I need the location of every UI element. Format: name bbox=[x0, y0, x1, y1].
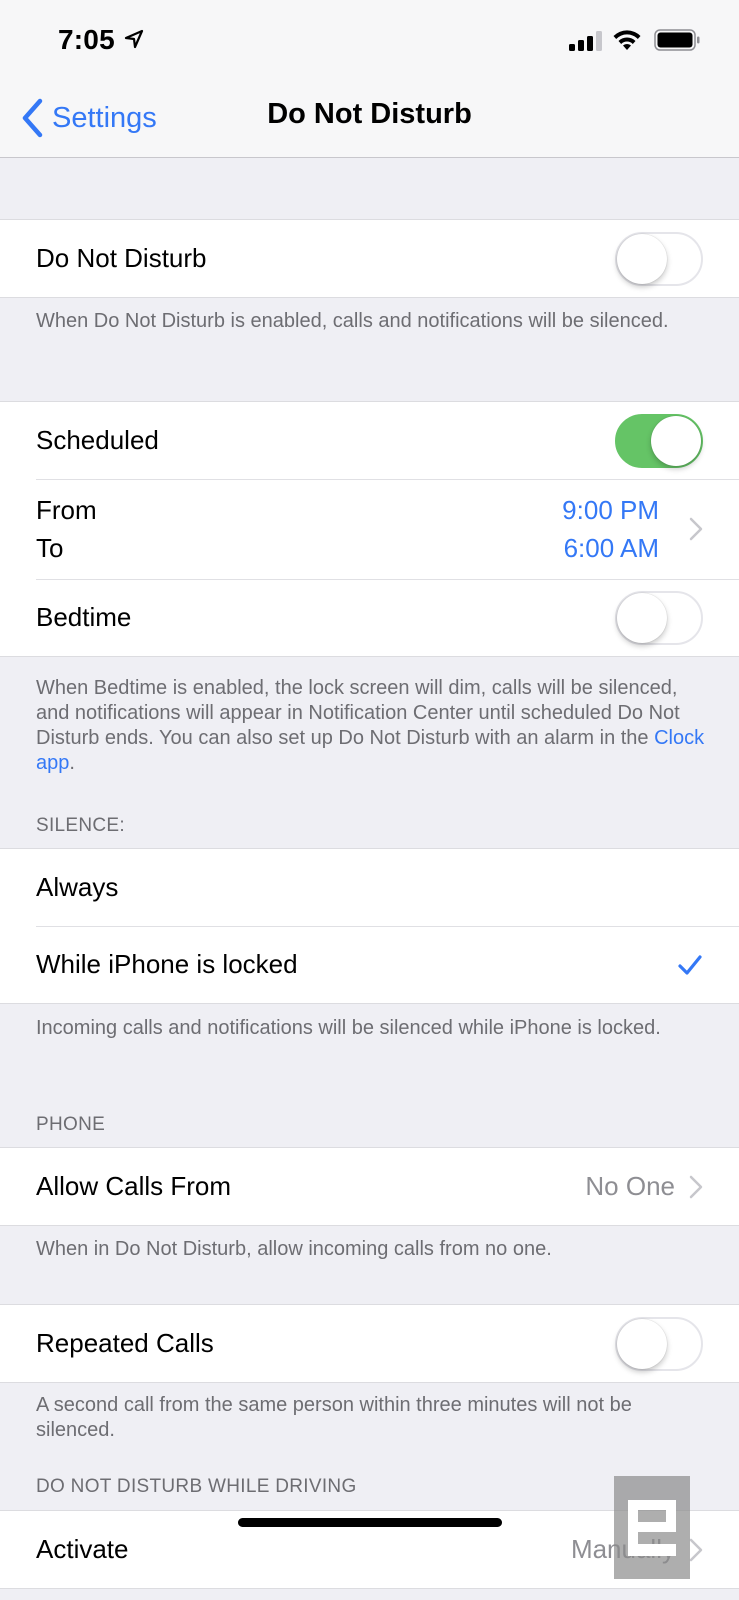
checkmark-icon bbox=[678, 954, 702, 975]
allow-calls-value: No One bbox=[585, 1171, 675, 1201]
wifi-icon bbox=[613, 30, 641, 50]
silence-header: SILENCE: bbox=[36, 815, 125, 836]
bedtime-row: Bedtime bbox=[0, 579, 739, 656]
from-label: From bbox=[36, 495, 97, 525]
bedtime-footer-end: . bbox=[69, 752, 75, 774]
logo-icon bbox=[628, 1500, 676, 1556]
chevron-right-icon bbox=[689, 517, 703, 541]
scheduled-toggle[interactable] bbox=[615, 413, 703, 468]
status-bar: 7:05 bbox=[0, 0, 739, 80]
scheduled-row: Scheduled bbox=[0, 402, 739, 479]
silence-footer: Incoming calls and notifications will be… bbox=[36, 1017, 661, 1039]
dnd-footer: When Do Not Disturb is enabled, calls an… bbox=[36, 310, 669, 332]
page-title: Do Not Disturb bbox=[267, 98, 472, 130]
silence-group: Always While iPhone is locked bbox=[0, 848, 739, 1004]
silence-option-label: While iPhone is locked bbox=[36, 949, 298, 979]
repeated-calls-footer: A second call from the same person withi… bbox=[36, 1394, 632, 1441]
watermark-logo bbox=[614, 1476, 690, 1579]
cellular-signal-icon bbox=[569, 31, 602, 51]
silence-option-always[interactable]: Always bbox=[0, 849, 739, 926]
dnd-toggle[interactable] bbox=[615, 231, 703, 286]
battery-icon bbox=[654, 29, 700, 51]
bedtime-footer: When Bedtime is enabled, the lock screen… bbox=[36, 676, 716, 776]
schedule-group: Scheduled From To 9:00 PM 6:00 AM Bedtim… bbox=[0, 401, 739, 657]
dnd-group: Do Not Disturb bbox=[0, 219, 739, 298]
bedtime-label: Bedtime bbox=[36, 602, 132, 632]
allow-calls-footer: When in Do Not Disturb, allow incoming c… bbox=[36, 1238, 552, 1260]
repeated-calls-row: Repeated Calls bbox=[0, 1305, 739, 1382]
bedtime-toggle[interactable] bbox=[615, 590, 703, 645]
toggle-knob bbox=[617, 592, 667, 643]
home-indicator[interactable] bbox=[238, 1518, 502, 1527]
status-time: 7:05 bbox=[58, 24, 115, 55]
location-arrow-icon bbox=[124, 29, 144, 49]
allow-calls-row[interactable]: Allow Calls From No One bbox=[0, 1148, 739, 1225]
from-to-labels: From To bbox=[36, 491, 562, 567]
chevron-right-icon bbox=[689, 1538, 703, 1561]
chevron-right-icon bbox=[689, 1175, 703, 1198]
silence-option-label: Always bbox=[36, 872, 119, 902]
to-value: 6:00 AM bbox=[563, 533, 659, 563]
allow-calls-group: Allow Calls From No One bbox=[0, 1147, 739, 1226]
navigation-bar: Settings Do Not Disturb bbox=[0, 80, 739, 158]
bedtime-footer-text: When Bedtime is enabled, the lock screen… bbox=[36, 677, 680, 749]
phone-header: PHONE bbox=[36, 1114, 106, 1135]
from-value: 9:00 PM bbox=[562, 495, 659, 525]
repeated-calls-label: Repeated Calls bbox=[36, 1328, 214, 1358]
toggle-knob bbox=[617, 233, 667, 284]
scheduled-label: Scheduled bbox=[36, 425, 159, 455]
activate-label: Activate bbox=[36, 1534, 129, 1564]
repeated-calls-group: Repeated Calls bbox=[0, 1304, 739, 1383]
from-to-row[interactable]: From To 9:00 PM 6:00 AM bbox=[0, 479, 739, 579]
toggle-knob bbox=[651, 415, 701, 466]
repeated-calls-toggle[interactable] bbox=[615, 1316, 703, 1371]
dnd-label: Do Not Disturb bbox=[36, 243, 207, 273]
dnd-row: Do Not Disturb bbox=[0, 220, 739, 297]
silence-option-while-locked[interactable]: While iPhone is locked bbox=[0, 926, 739, 1003]
driving-header: DO NOT DISTURB WHILE DRIVING bbox=[36, 1476, 357, 1497]
allow-calls-label: Allow Calls From bbox=[36, 1171, 232, 1201]
from-to-values: 9:00 PM 6:00 AM bbox=[562, 491, 659, 567]
to-label: To bbox=[36, 533, 64, 563]
toggle-knob bbox=[617, 1318, 667, 1369]
